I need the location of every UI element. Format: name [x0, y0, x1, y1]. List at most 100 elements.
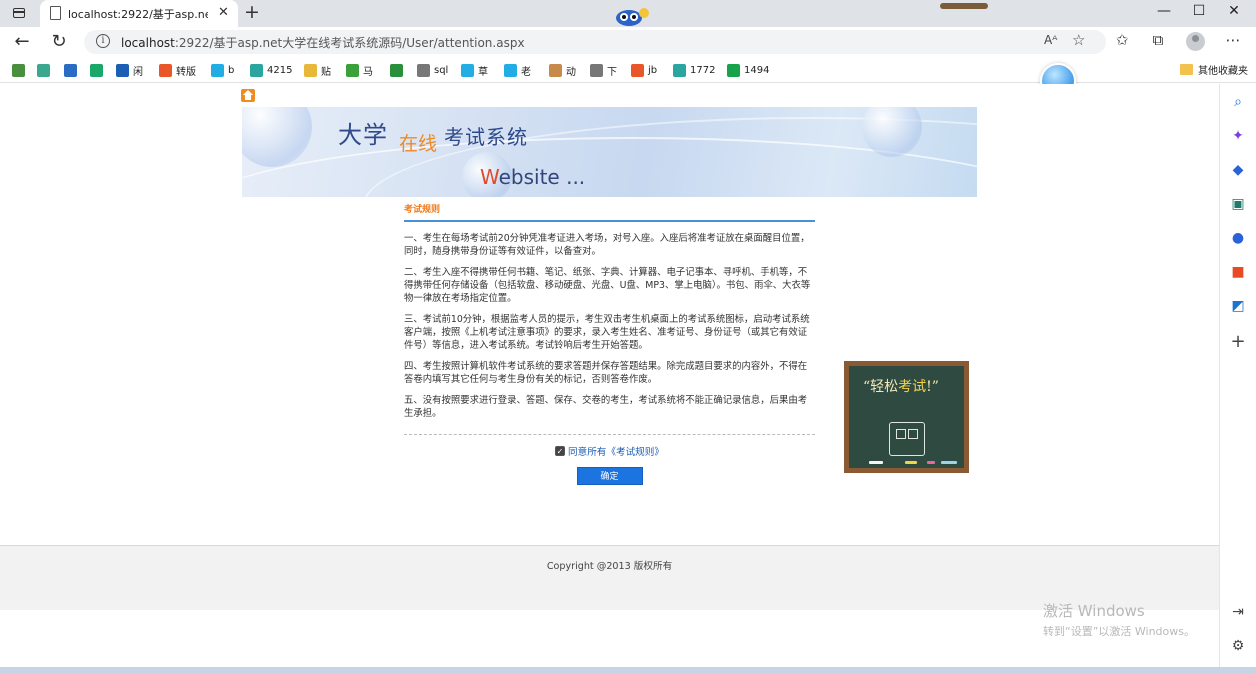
tab-bar: localhost:2922/基于asp.net大学在线考试系统源码/User/…: [0, 0, 1256, 27]
other-bookmarks-folder[interactable]: 其他收藏夹: [1180, 62, 1248, 77]
banner-website-text: Website ...: [480, 165, 586, 189]
bookmark-item[interactable]: 草: [461, 62, 488, 78]
close-window-button[interactable]: ✕: [1219, 3, 1249, 19]
bookmark-item[interactable]: [90, 62, 103, 78]
read-aloud-icon[interactable]: Aᴬ: [1044, 33, 1057, 47]
outlook-icon[interactable]: ◩: [1228, 296, 1248, 316]
new-tab-button[interactable]: +: [242, 1, 262, 23]
rules-heading: 考试规则: [404, 202, 815, 222]
chalk-piece: [869, 461, 883, 464]
rules-panel: 考试规则 一、考生在每场考试前20分钟凭准考证进入考场，对号入座。入座后将准考证…: [404, 202, 815, 485]
bookmark-item[interactable]: [390, 62, 403, 78]
collections-icon[interactable]: ⧉: [1147, 31, 1169, 49]
minimize-button[interactable]: —: [1149, 3, 1179, 19]
maximize-button[interactable]: ☐: [1184, 3, 1214, 19]
a-green-icon: [727, 63, 740, 77]
confirm-button[interactable]: 确定: [576, 467, 643, 485]
51-icon: [346, 63, 359, 77]
shopping-tag-icon[interactable]: ◆: [1228, 160, 1248, 180]
bookmark-item[interactable]: 下: [590, 62, 617, 78]
agree-label[interactable]: 同意所有《考试规则》: [568, 444, 664, 458]
add-favorite-icon[interactable]: ☆: [1072, 31, 1085, 49]
bookmark-item[interactable]: 1494: [727, 62, 769, 78]
url-text[interactable]: localhost:2922/基于asp.net大学在线考试系统源码/User/…: [121, 34, 525, 51]
face-icon: [549, 63, 562, 77]
chalk-piece: [905, 461, 917, 464]
bookmark-item[interactable]: jb: [631, 62, 657, 78]
bookmark-item[interactable]: b: [211, 62, 234, 78]
copyright-text: Copyright @2013 版权所有: [546, 561, 673, 572]
watermark-line1: 激活 Windows: [1043, 602, 1145, 620]
rules-body: 一、考生在每场考试前20分钟凭准考证进入考场，对号入座。入座后将准考证放在桌面醒…: [404, 222, 815, 420]
games-icon[interactable]: ●: [1228, 228, 1248, 248]
bookmark-label: 1494: [744, 64, 770, 76]
bilibili-icon: [211, 63, 224, 77]
bookmark-label: 老: [521, 66, 531, 78]
page-icon: [417, 63, 430, 77]
bookmark-label: 下: [607, 66, 617, 78]
navigation-bar: ← ↻ i localhost:2922/基于asp.net大学在线考试系统源码…: [0, 27, 1256, 57]
bookmark-label: b: [228, 64, 235, 76]
edge-sidebar: ⌕ ✦ ◆ ▣ ● ■ ◩ + ⇥ ⚙: [1219, 84, 1256, 667]
bookmark-item[interactable]: 1772: [673, 62, 715, 78]
shield-green-icon: [90, 63, 103, 77]
banner-title-part3: 考试系统: [444, 125, 528, 149]
close-tab-icon[interactable]: ✕: [218, 5, 229, 20]
folder-icon: [1180, 64, 1193, 75]
chalkboard-slogan: “轻松考试!”: [863, 379, 939, 395]
tools-icon[interactable]: ▣: [1228, 194, 1248, 214]
home-icon[interactable]: [241, 89, 255, 102]
rule-item: 一、考生在每场考试前20分钟凭准考证进入考场，对号入座。入座后将准考证放在桌面醒…: [404, 233, 810, 257]
bookmark-item[interactable]: [64, 62, 77, 78]
banner-bubble: [242, 107, 312, 167]
bookmark-item[interactable]: 马: [346, 62, 373, 78]
search-icon[interactable]: ⌕: [1228, 92, 1248, 112]
bookmark-item[interactable]: [37, 62, 50, 78]
bookmark-label: sql: [434, 64, 449, 76]
address-bar[interactable]: i localhost:2922/基于asp.net大学在线考试系统源码/Use…: [84, 30, 1106, 54]
site-banner: 大学 在线 考试系统 Website ...: [242, 107, 977, 197]
favorites-icon[interactable]: ✩: [1111, 31, 1133, 49]
bookmark-item[interactable]: 4215: [250, 62, 292, 78]
gear-puzzle-icon: [37, 63, 50, 77]
chalk-piece: [941, 461, 957, 464]
bookmark-label: 马: [363, 66, 373, 78]
bilibili-icon: [504, 63, 517, 77]
rule-item: 二、考生入座不得携带任何书籍、笔记、纸张、字典、计算器、电子记事本、寻呼机、手机…: [404, 267, 811, 304]
active-tab[interactable]: localhost:2922/基于asp.net大学在线考试系统源码/User/…: [40, 0, 238, 27]
windows-activation-watermark: 激活 Windows 转到“设置”以激活 Windows。: [1043, 600, 1195, 639]
page-icon: [590, 63, 603, 77]
profile-avatar[interactable]: [1186, 32, 1205, 51]
tabs-icon: [13, 8, 25, 18]
back-arrow-icon[interactable]: ←: [10, 31, 34, 53]
web-page: 大学 在线 考试系统 Website ... 考试规则 一、考生在每场考试前20…: [0, 84, 1219, 667]
agree-checkbox[interactable]: ✓: [555, 446, 566, 456]
bookmark-item[interactable]: sql: [417, 62, 448, 78]
progress-indicator: [940, 3, 988, 9]
bookmark-item[interactable]: 动: [549, 62, 576, 78]
bookmark-label: 1772: [690, 64, 716, 76]
hide-sidebar-icon[interactable]: ⇥: [1228, 602, 1248, 622]
settings-gear-icon[interactable]: ⚙: [1228, 636, 1248, 656]
bookmark-label: 转版: [176, 66, 196, 78]
bookmark-label: 闲: [133, 66, 143, 78]
bookmark-item[interactable]: 贴: [304, 62, 331, 78]
tab-actions-button[interactable]: [8, 4, 30, 22]
watermark-line2: 转到“设置”以激活 Windows。: [1043, 625, 1195, 638]
book-icon: [673, 63, 686, 77]
more-menu-icon[interactable]: ⋯: [1222, 31, 1244, 49]
site-info-icon[interactable]: i: [96, 34, 110, 48]
agree-row[interactable]: ✓ 同意所有《考试规则》: [404, 444, 815, 458]
bookmark-label: jb: [648, 64, 658, 76]
copilot-icon[interactable]: ✦: [1228, 126, 1248, 146]
bookmark-item[interactable]: 老: [504, 62, 531, 78]
bookmark-item[interactable]: 转版: [159, 62, 196, 78]
add-icon[interactable]: +: [1228, 332, 1248, 352]
bookmark-item[interactable]: 闲: [116, 62, 143, 78]
chalk-piece: [927, 461, 935, 464]
office-icon[interactable]: ■: [1228, 262, 1248, 282]
mascot-icon: [616, 8, 649, 26]
refresh-icon[interactable]: ↻: [47, 31, 71, 53]
page-icon: [50, 6, 61, 20]
bookmark-item[interactable]: [12, 62, 25, 78]
